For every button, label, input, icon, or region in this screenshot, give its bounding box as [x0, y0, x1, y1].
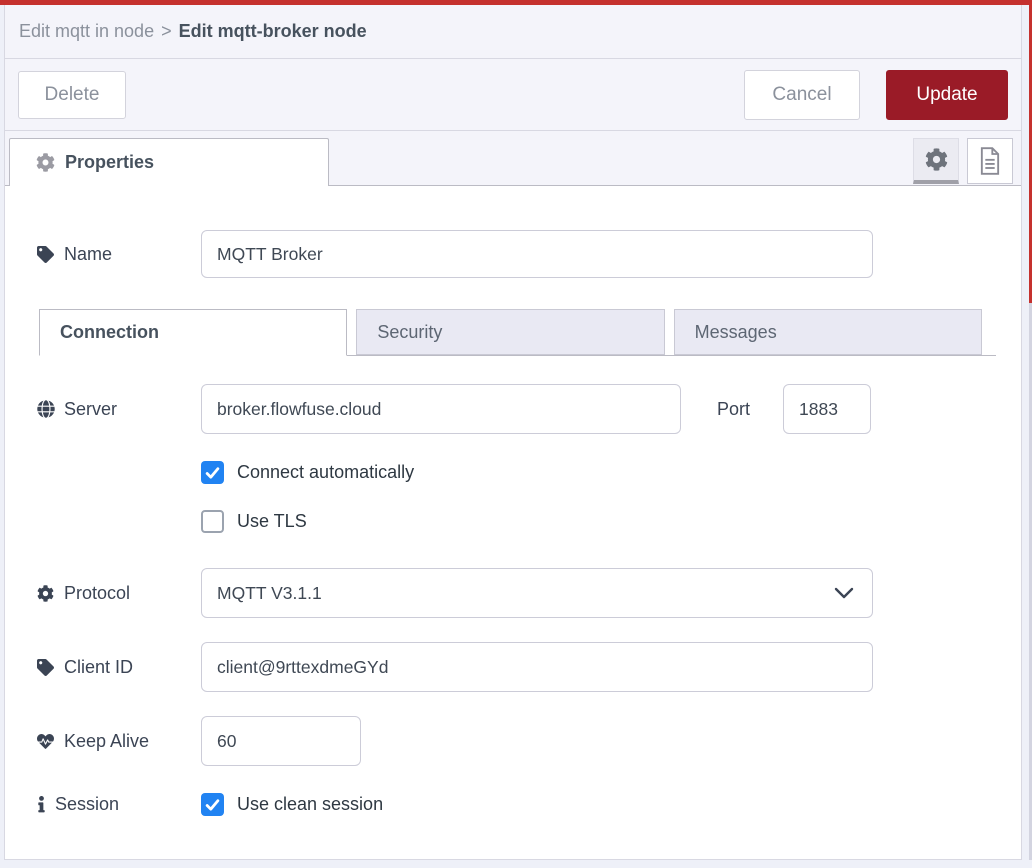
check-icon [205, 515, 220, 529]
use-tls-label[interactable]: Use TLS [237, 511, 307, 532]
heartbeat-icon [36, 733, 55, 750]
client-id-label-text: Client ID [64, 657, 133, 678]
dialog-header: Edit mqtt in node > Edit mqtt-broker nod… [5, 5, 1021, 59]
port-input[interactable] [783, 384, 871, 434]
gear-icon [36, 153, 55, 172]
use-tls-checkbox[interactable] [201, 510, 224, 533]
keep-alive-label-text: Keep Alive [64, 731, 149, 752]
node-settings-button[interactable] [913, 138, 959, 184]
tab-properties[interactable]: Properties [9, 138, 329, 186]
clean-session-label[interactable]: Use clean session [237, 794, 383, 815]
check-icon [205, 798, 220, 812]
tab-messages[interactable]: Messages [674, 309, 982, 355]
protocol-row: Protocol MQTT V3.1.1 [36, 568, 993, 618]
connect-automatically-checkbox[interactable] [201, 461, 224, 484]
client-id-row: Client ID [36, 642, 993, 692]
chevron-down-icon [834, 587, 854, 599]
document-icon [978, 147, 1002, 175]
keep-alive-input[interactable] [201, 716, 361, 766]
node-properties-form: Name Connection Security Messages Server… [5, 186, 1021, 859]
globe-icon [36, 400, 55, 418]
editor-tabbar: Properties [5, 131, 1021, 186]
keep-alive-row: Keep Alive [36, 716, 993, 766]
tag-icon [36, 659, 55, 676]
gear-icon [36, 585, 55, 602]
editor-tab-buttons [913, 138, 1013, 184]
protocol-label: Protocol [36, 583, 201, 604]
deploy-bar [0, 0, 1032, 5]
breadcrumb-parent[interactable]: Edit mqtt in node [19, 21, 154, 42]
protocol-select-value: MQTT V3.1.1 [217, 583, 322, 604]
client-id-label: Client ID [36, 657, 201, 678]
name-label: Name [36, 244, 201, 265]
protocol-label-text: Protocol [64, 583, 130, 604]
gear-icon [925, 148, 948, 171]
cancel-button[interactable]: Cancel [744, 70, 860, 120]
node-description-button[interactable] [967, 138, 1013, 184]
tab-connection[interactable]: Connection [39, 309, 347, 356]
client-id-input[interactable] [201, 642, 873, 692]
info-icon [36, 796, 46, 813]
name-input[interactable] [201, 230, 873, 278]
update-button[interactable]: Update [886, 70, 1008, 120]
breadcrumb-current: Edit mqtt-broker node [179, 21, 367, 42]
session-label-text: Session [55, 794, 119, 815]
keep-alive-label: Keep Alive [36, 731, 201, 752]
breadcrumb-separator: > [161, 21, 172, 42]
clean-session-checkbox[interactable] [201, 793, 224, 816]
protocol-select[interactable]: MQTT V3.1.1 [201, 568, 873, 618]
name-label-text: Name [64, 244, 112, 265]
name-row: Name [36, 230, 993, 278]
server-label-text: Server [64, 399, 117, 420]
broker-subtabs: Connection Security Messages [39, 309, 996, 356]
use-tls-row: Use TLS [201, 510, 993, 533]
delete-button[interactable]: Delete [18, 71, 126, 119]
port-label: Port [717, 399, 750, 420]
connect-automatically-row: Connect automatically [201, 461, 993, 484]
server-label: Server [36, 399, 201, 420]
tag-icon [36, 246, 55, 263]
broker-subtabs-wrap: Connection Security Messages [36, 309, 993, 356]
tab-properties-label: Properties [65, 152, 154, 173]
dialog-toolbar: Delete Cancel Update [5, 59, 1021, 131]
session-label: Session [36, 794, 201, 815]
server-row: Server Port [36, 384, 993, 434]
check-icon [205, 466, 220, 480]
connect-automatically-label[interactable]: Connect automatically [237, 462, 414, 483]
session-row: Session Use clean session [36, 793, 993, 816]
tab-security[interactable]: Security [356, 309, 664, 355]
server-input[interactable] [201, 384, 681, 434]
edit-node-dialog: Edit mqtt in node > Edit mqtt-broker nod… [4, 5, 1022, 860]
